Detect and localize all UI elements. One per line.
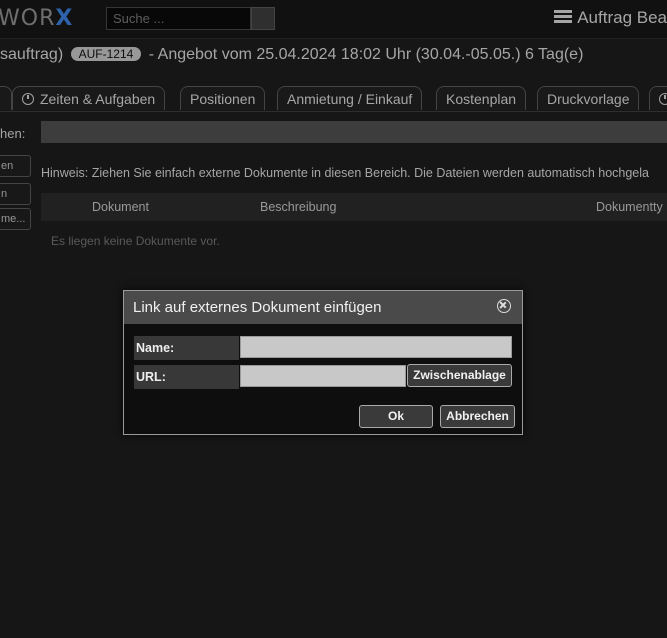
url-label: URL: [134,365,239,389]
clipboard-button[interactable]: Zwischenablage [407,364,512,387]
name-field[interactable] [240,336,512,358]
close-icon[interactable] [497,299,511,313]
dialog-header: Link auf externes Dokument einfügen [124,291,522,324]
cancel-button[interactable]: Abbrechen [440,405,515,428]
url-field[interactable] [240,365,406,387]
link-document-dialog: Link auf externes Dokument einfügen Name… [123,290,523,435]
name-label: Name: [134,336,239,360]
ok-button[interactable]: Ok [359,405,433,428]
dialog-title: Link auf externes Dokument einfügen [133,299,382,316]
